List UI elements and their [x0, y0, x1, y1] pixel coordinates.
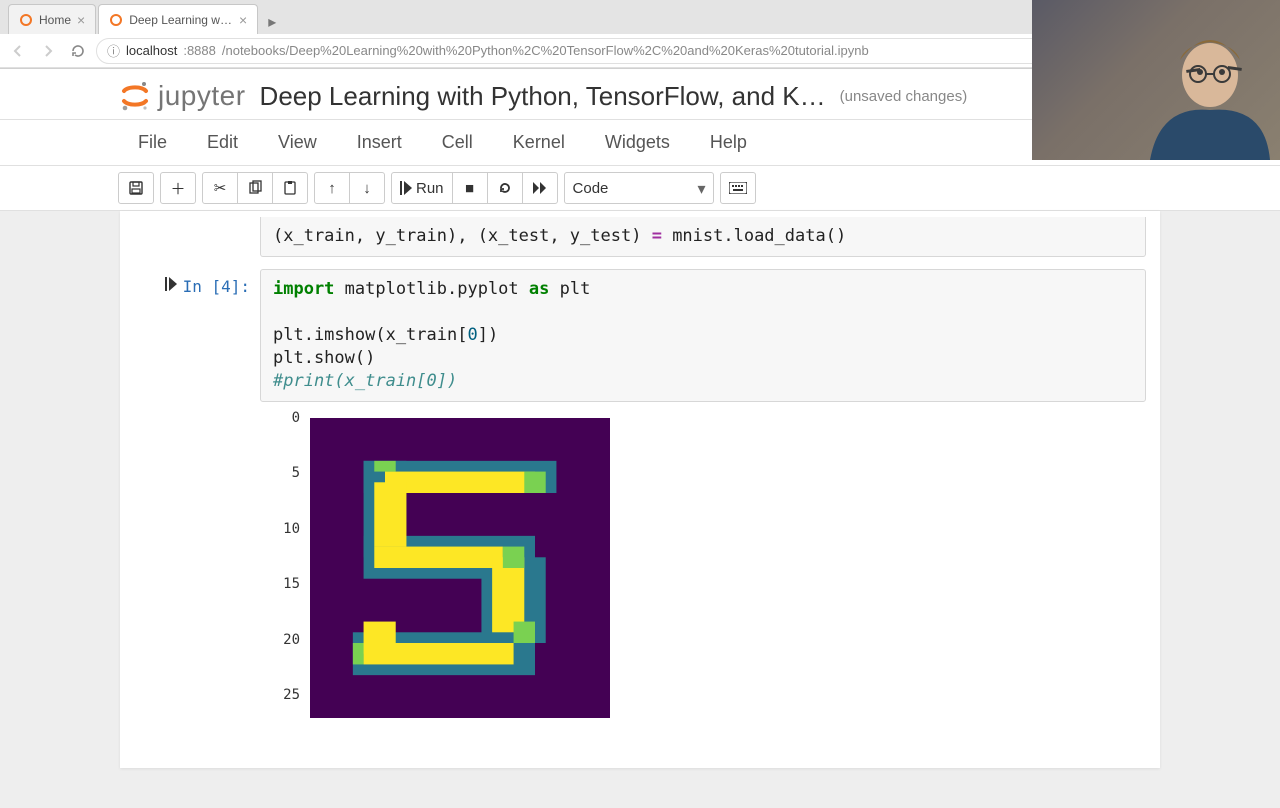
- save-button[interactable]: [118, 172, 154, 204]
- menu-insert[interactable]: Insert: [337, 126, 422, 159]
- toolbar: ＋ ✂ ↑ ↓ Run ■: [0, 166, 1280, 211]
- url-port: :8888: [183, 43, 216, 58]
- insert-cell-below-button[interactable]: ＋: [160, 172, 196, 204]
- plus-icon: ＋: [170, 178, 185, 199]
- cell-output: 0 5 10 15 20 25: [120, 408, 1160, 728]
- move-up-button[interactable]: ↑: [314, 172, 350, 204]
- y-tick: 15: [283, 576, 300, 592]
- restart-run-all-button[interactable]: [522, 172, 558, 204]
- run-group: Run ■: [391, 172, 558, 204]
- menu-edit[interactable]: Edit: [187, 126, 258, 159]
- reload-button[interactable]: [66, 39, 90, 63]
- menu-help[interactable]: Help: [690, 126, 767, 159]
- restart-button[interactable]: [487, 172, 523, 204]
- menu-widgets[interactable]: Widgets: [585, 126, 690, 159]
- scissors-icon: ✂: [214, 179, 227, 197]
- url-path: /notebooks/Deep%20Learning%20with%20Pyth…: [222, 43, 869, 58]
- paste-icon: [282, 180, 298, 196]
- move-down-button[interactable]: ↓: [349, 172, 385, 204]
- jupyter-logo[interactable]: jupyter: [118, 79, 246, 113]
- command-palette-button[interactable]: [720, 172, 756, 204]
- tab-title: Home: [39, 13, 71, 27]
- keyboard-icon: [729, 182, 747, 194]
- prompt: In [4]:: [120, 269, 260, 402]
- notebook-inner: (x_train, y_train), (x_test, y_test) = m…: [120, 211, 1160, 768]
- person-silhouette: [1120, 20, 1270, 160]
- save-status: (unsaved changes): [840, 88, 968, 105]
- run-cell-icon[interactable]: [165, 277, 177, 291]
- notebook-body: (x_train, y_train), (x_test, y_test) = m…: [0, 211, 1280, 808]
- cell-type-select[interactable]: Code: [564, 172, 714, 204]
- prompt: [120, 217, 260, 257]
- arrow-up-icon: ↑: [328, 180, 336, 197]
- notebook-title[interactable]: Deep Learning with Python, TensorFlow, a…: [260, 81, 826, 112]
- jupyter-favicon-icon: [109, 13, 123, 27]
- stop-icon: ■: [465, 180, 474, 197]
- code-cell-4[interactable]: In [4]: import matplotlib.pyplot as plt …: [120, 263, 1160, 408]
- code-editor[interactable]: (x_train, y_train), (x_test, y_test) = m…: [260, 217, 1146, 257]
- restart-icon: [497, 180, 513, 196]
- arrow-down-icon: ↓: [363, 180, 371, 197]
- code-editor[interactable]: import matplotlib.pyplot as plt plt.imsh…: [260, 269, 1146, 402]
- menu-kernel[interactable]: Kernel: [493, 126, 585, 159]
- close-icon[interactable]: ×: [77, 12, 85, 28]
- run-icon: [400, 181, 412, 195]
- site-info-icon[interactable]: ⓘ: [107, 41, 120, 60]
- new-tab-button[interactable]: ▸: [260, 10, 284, 34]
- y-tick: 0: [292, 410, 300, 426]
- copy-icon: [247, 180, 263, 196]
- paste-button[interactable]: [272, 172, 308, 204]
- cut-button[interactable]: ✂: [202, 172, 238, 204]
- forward-button[interactable]: [36, 39, 60, 63]
- matplotlib-figure: 0510152025: [260, 418, 630, 728]
- webcam-overlay: [1032, 0, 1280, 160]
- browser-tab-notebook[interactable]: Deep Learning with Pyth… ×: [98, 4, 258, 34]
- code-cell-partial[interactable]: (x_train, y_train), (x_test, y_test) = m…: [120, 211, 1160, 263]
- fast-forward-icon: [532, 181, 548, 195]
- prompt-label: In [4]:: [183, 277, 250, 296]
- heatmap-image: [310, 418, 610, 718]
- move-group: ↑ ↓: [314, 172, 385, 204]
- copy-button[interactable]: [237, 172, 273, 204]
- back-button[interactable]: [6, 39, 30, 63]
- y-tick: 5: [292, 465, 300, 481]
- menu-file[interactable]: File: [118, 126, 187, 159]
- close-icon[interactable]: ×: [239, 12, 247, 28]
- url-host: localhost: [126, 43, 177, 58]
- jupyter-mark-icon: [118, 79, 152, 113]
- y-tick: 25: [283, 687, 300, 703]
- jupyter-wordmark: jupyter: [158, 80, 246, 112]
- menu-view[interactable]: View: [258, 126, 337, 159]
- cell-type-select-wrap: Code: [564, 172, 714, 204]
- y-tick: 20: [283, 632, 300, 648]
- notebook-container: jupyter Deep Learning with Python, Tenso…: [0, 69, 1280, 808]
- run-button[interactable]: Run: [391, 172, 453, 204]
- y-tick: 10: [283, 521, 300, 537]
- browser-tab-home[interactable]: Home ×: [8, 4, 96, 34]
- menu-cell[interactable]: Cell: [422, 126, 493, 159]
- tab-title: Deep Learning with Pyth…: [129, 13, 233, 27]
- jupyter-favicon-icon: [19, 13, 33, 27]
- interrupt-button[interactable]: ■: [452, 172, 488, 204]
- edit-group: ✂: [202, 172, 308, 204]
- run-label: Run: [416, 180, 444, 197]
